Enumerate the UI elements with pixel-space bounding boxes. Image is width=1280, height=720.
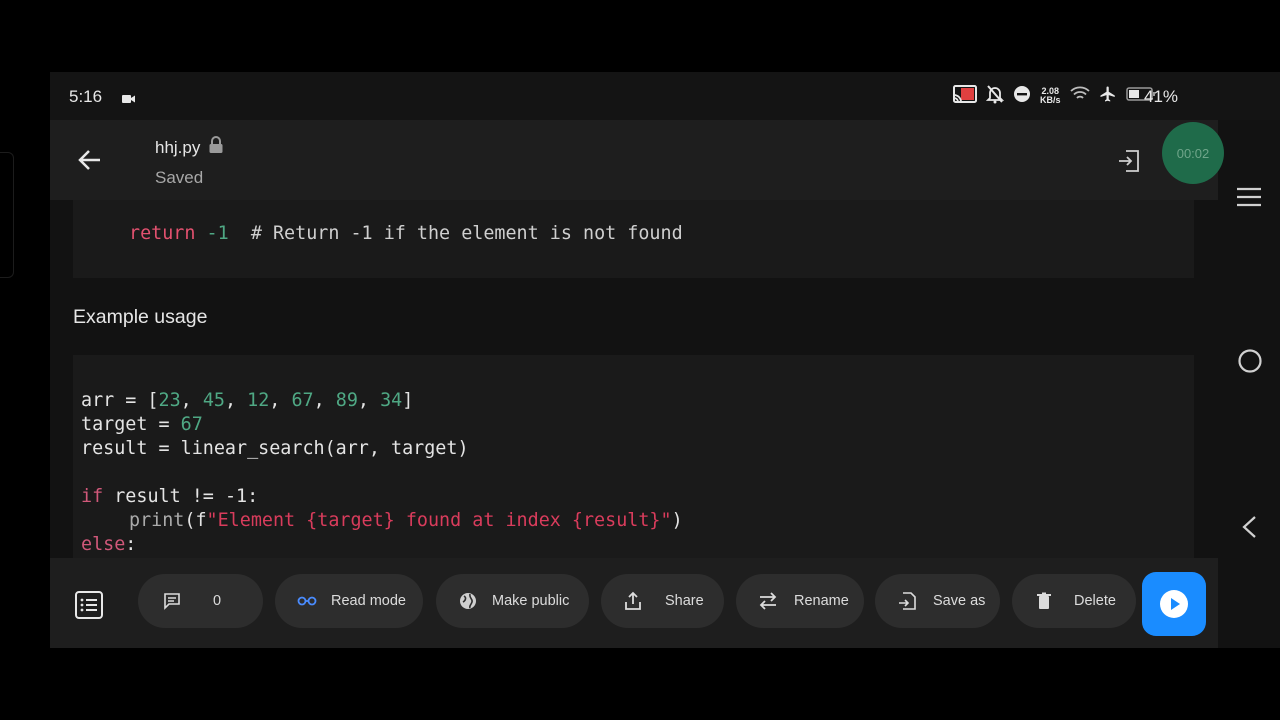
delete-button[interactable]: Delete [1012, 574, 1136, 628]
battery-percent: 41% [1144, 87, 1179, 106]
home-circle-icon [1238, 349, 1262, 373]
cast-icon [953, 84, 977, 109]
dnd-icon [1013, 85, 1031, 108]
exit-icon [1119, 150, 1139, 172]
share-label: Share [665, 593, 704, 609]
save-status: Saved [155, 168, 204, 187]
status-bar: 5:16 2.08 KB/s 41% [50, 72, 1280, 120]
example-heading: Example usage [73, 306, 208, 328]
outline-button[interactable] [74, 590, 104, 620]
read-mode-button[interactable]: Read mode [275, 574, 423, 628]
airplane-icon [1099, 85, 1117, 108]
swap-icon [758, 591, 778, 611]
code-line-print: print(f"Element {target} found at index … [129, 510, 683, 531]
home-nav-button[interactable] [1237, 348, 1263, 379]
mute-icon [985, 84, 1005, 109]
code-block[interactable]: return -1 # Return -1 if the element is … [73, 200, 1194, 278]
video-record-icon [122, 91, 136, 109]
save-as-label: Save as [933, 593, 986, 609]
menu-nav-button[interactable] [1235, 186, 1263, 213]
comments-count: 0 [213, 593, 222, 609]
side-edge-panel [0, 152, 14, 278]
code-line-if: if result != -1: [81, 486, 259, 507]
app-bar: hhj.py Saved [50, 120, 1218, 200]
trash-icon [1034, 591, 1054, 611]
code-line-result: result = linear_search(arr, target) [81, 438, 469, 459]
save-as-icon [897, 591, 917, 611]
comments-button[interactable]: 0 [138, 574, 263, 628]
system-nav-bar [1218, 120, 1280, 648]
back-button[interactable] [74, 144, 106, 176]
make-public-label: Make public [492, 593, 570, 609]
run-button[interactable] [1142, 572, 1206, 636]
arrow-left-icon [78, 150, 100, 170]
make-public-button[interactable]: Make public [436, 574, 589, 628]
net-speed-unit: KB/s [1040, 95, 1061, 105]
back-nav-button[interactable] [1239, 514, 1259, 545]
code-line-target: target = 67 [81, 414, 203, 435]
menu-icon [1237, 187, 1261, 207]
code-line-else: else: [81, 534, 137, 555]
code-line-arr: arr = [23, 45, 12, 67, 89, 34] [81, 390, 414, 411]
play-icon [1160, 590, 1188, 618]
share-button[interactable]: Share [601, 574, 724, 628]
delete-label: Delete [1074, 593, 1116, 609]
glasses-icon [297, 591, 317, 611]
code-line: return -1 # Return -1 if the element is … [129, 223, 683, 244]
net-speed: 2.08 KB/s [1040, 87, 1061, 105]
bottom-toolbar: 0 Read mode Make public Share Rename Sav… [50, 558, 1218, 648]
rename-label: Rename [794, 593, 849, 609]
lock-icon [208, 136, 224, 159]
exit-button[interactable] [1116, 148, 1144, 176]
status-time: 5:16 [69, 87, 103, 106]
device-screen: 5:16 2.08 KB/s 41% hhj.py Saved return -… [50, 72, 1280, 648]
list-icon [75, 591, 103, 619]
wifi-icon [1069, 86, 1090, 107]
save-as-button[interactable]: Save as [875, 574, 1000, 628]
comment-icon [162, 591, 182, 611]
rename-button[interactable]: Rename [736, 574, 864, 628]
file-name: hhj.py [155, 137, 201, 157]
chevron-left-icon [1242, 516, 1256, 538]
globe-icon [458, 591, 478, 611]
read-mode-label: Read mode [331, 593, 406, 609]
recording-timer[interactable]: 00:02 [1162, 122, 1224, 184]
share-icon [623, 591, 643, 611]
